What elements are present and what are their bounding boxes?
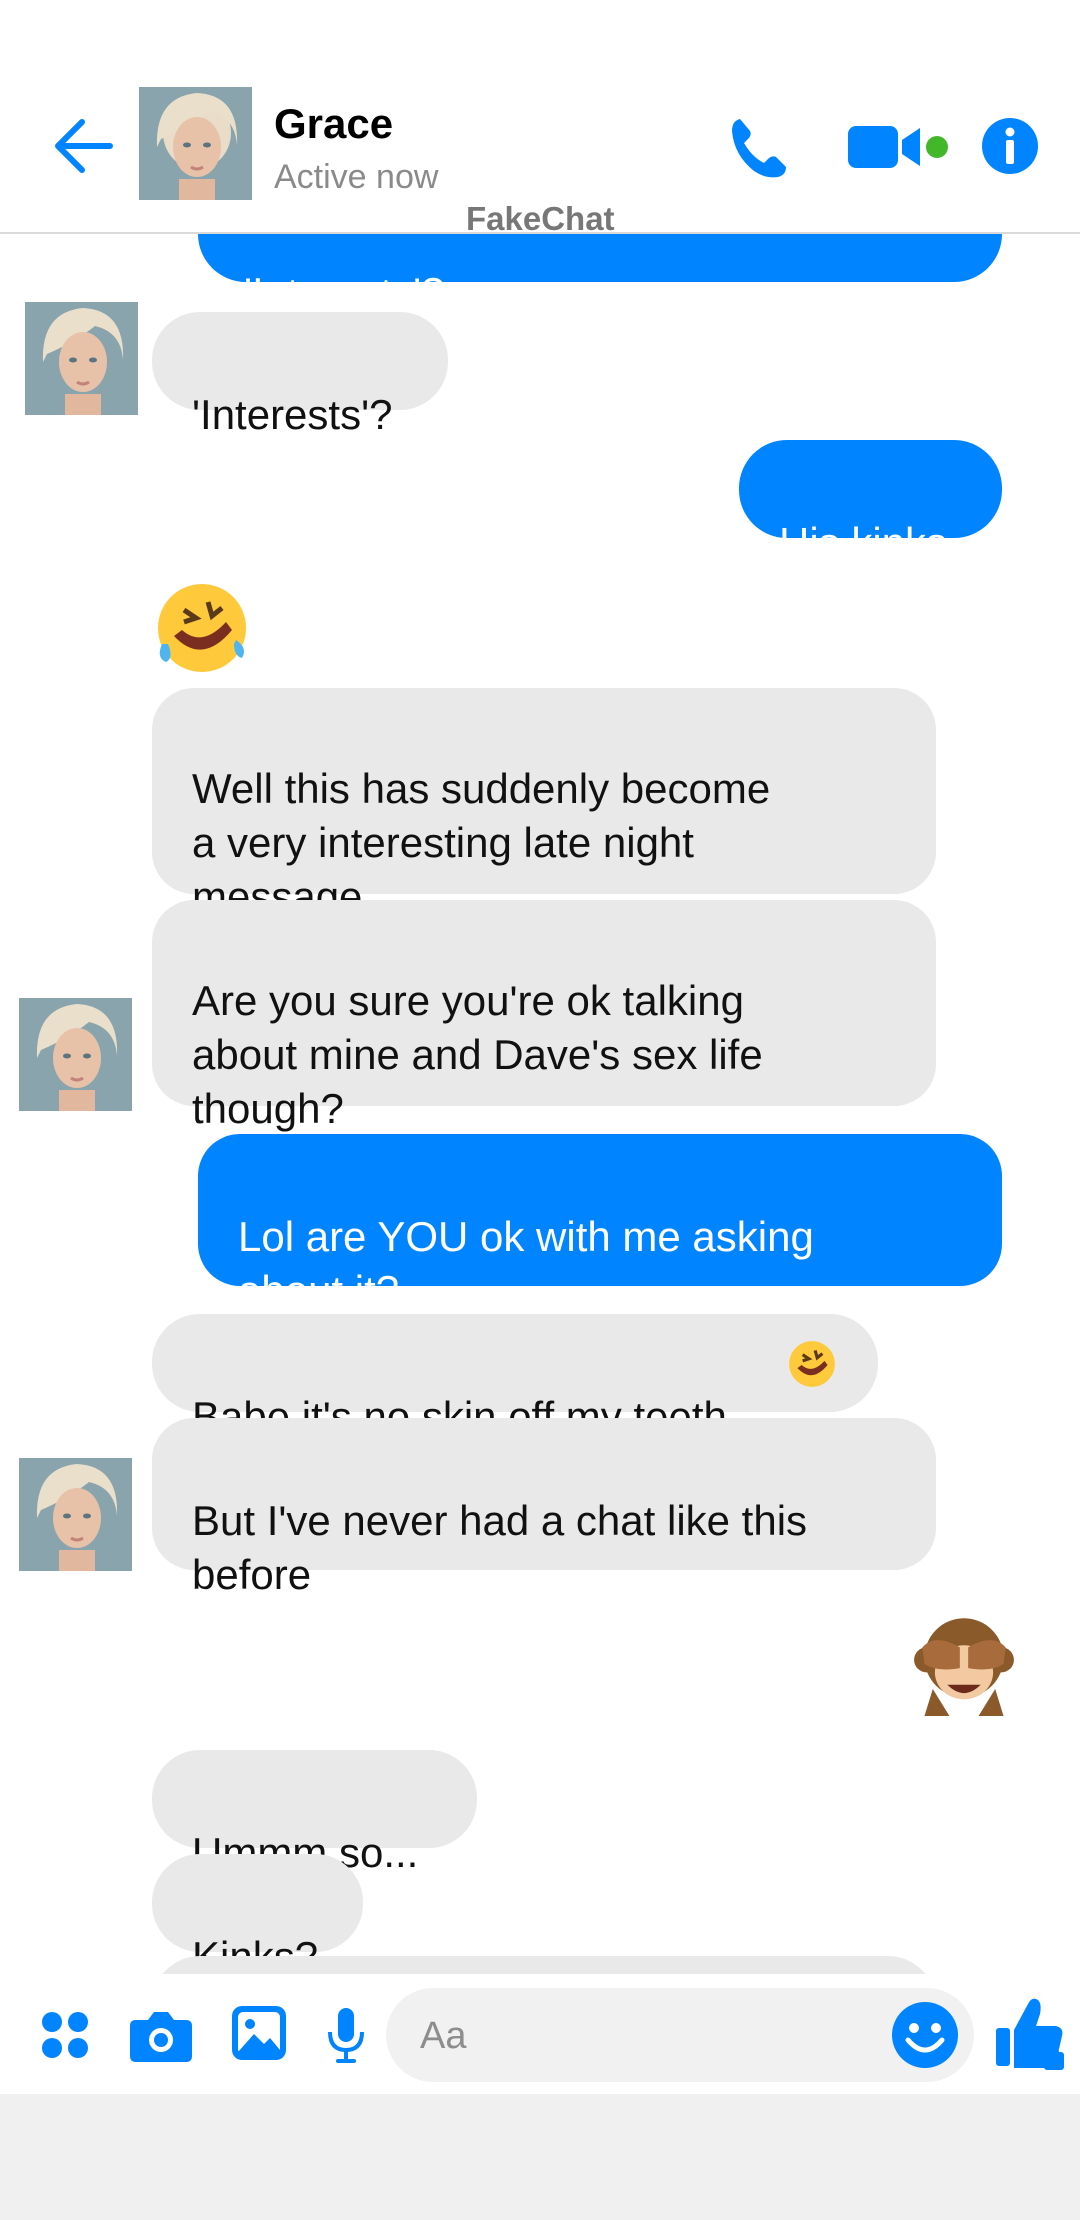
chat-header: Grace Active now: [0, 0, 1080, 234]
online-indicator: [926, 136, 948, 158]
microphone-icon[interactable]: [326, 2008, 366, 2064]
message-bubble-outgoing[interactable]: His kinks: [739, 440, 1002, 566]
contact-name[interactable]: Grace: [274, 100, 393, 148]
rolling-laughing-emoji[interactable]: [152, 578, 252, 678]
info-icon[interactable]: [982, 118, 1038, 174]
message-bubble-incoming[interactable]: Ummm so...: [152, 1750, 477, 1876]
phone-call-icon[interactable]: [726, 115, 792, 181]
apps-icon[interactable]: [40, 2010, 90, 2060]
message-bubble-incoming[interactable]: Kinks?: [152, 1854, 363, 1974]
message-bubble-outgoing[interactable]: Lol are YOU ok with me asking about it?: [198, 1134, 1002, 1314]
contact-avatar[interactable]: [25, 302, 138, 415]
message-text: 'Interests'?: [192, 391, 393, 438]
see-no-evil-monkey-emoji[interactable]: [912, 1612, 1016, 1716]
contact-avatar[interactable]: [19, 1458, 132, 1571]
message-bubble-incoming[interactable]: Are you sure you're ok talking about min…: [152, 900, 936, 1132]
message-input-wrapper: [386, 1988, 974, 2082]
active-status: Active now: [274, 158, 439, 196]
message-text: Lol are YOU ok with me asking about it?: [238, 1213, 814, 1314]
message-text: His kinks: [779, 519, 948, 566]
message-bubble-incoming[interactable]: Well this has suddenly become a very int…: [152, 688, 936, 920]
message-bubble-incoming[interactable]: But I've never had a chat like this befo…: [152, 1418, 936, 1598]
message-text: But I've never had a chat like this befo…: [192, 1497, 808, 1598]
video-call-icon[interactable]: [848, 122, 920, 172]
message-thread[interactable]: 'Interests'? 'Interests'? His kinks Well…: [0, 232, 1080, 1974]
message-bubble-outgoing[interactable]: 'Interests'?: [198, 232, 1002, 316]
camera-icon[interactable]: [130, 2008, 192, 2062]
system-navigation-area: [0, 2094, 1080, 2220]
contact-avatar[interactable]: [139, 87, 252, 200]
message-text: Are you sure you're ok talking about min…: [192, 977, 763, 1132]
back-arrow-icon[interactable]: [52, 118, 114, 174]
message-composer: [0, 1974, 1080, 2094]
thumbs-up-icon[interactable]: [994, 1994, 1064, 2074]
gallery-icon[interactable]: [232, 2006, 286, 2060]
message-bubble-incoming[interactable]: Babe it's no skin off my teeth: [152, 1314, 878, 1440]
contact-avatar[interactable]: [19, 998, 132, 1111]
laughing-emoji-inline: [789, 1341, 835, 1387]
message-bubble-incoming[interactable]: [152, 1956, 936, 1974]
watermark: FakeChat: [466, 200, 615, 237]
message-text: Well this has suddenly become a very int…: [192, 765, 771, 920]
message-text: 'Interests'?: [244, 269, 445, 316]
message-bubble-incoming[interactable]: 'Interests'?: [152, 312, 448, 438]
message-input[interactable]: [418, 2006, 862, 2066]
emoji-icon[interactable]: [892, 2002, 958, 2068]
